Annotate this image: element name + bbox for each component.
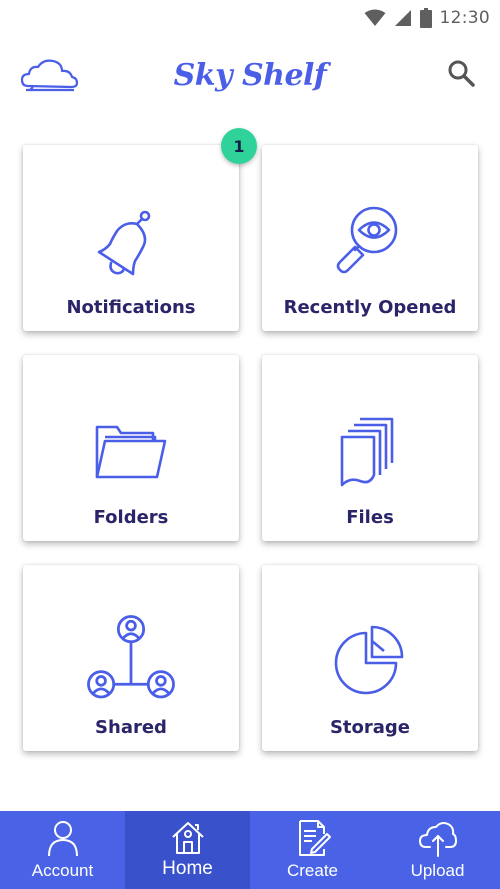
magnifier-eye-icon xyxy=(336,206,398,274)
nav-label: Account xyxy=(31,861,94,880)
nav-create[interactable]: Create xyxy=(250,811,375,889)
search-icon[interactable] xyxy=(446,58,476,88)
tile-recently-opened[interactable]: Recently Opened xyxy=(262,145,478,331)
files-icon xyxy=(340,417,394,487)
battery-icon xyxy=(419,8,432,28)
nav-label: Upload xyxy=(410,861,465,880)
app-title: Sky Shelf xyxy=(173,58,327,93)
tile-notifications[interactable]: Notifications xyxy=(23,145,239,331)
tile-label: Recently Opened xyxy=(283,297,457,318)
nav-account[interactable]: Account xyxy=(0,811,125,889)
app-header: Sky Shelf xyxy=(0,36,500,126)
nav-label: Home xyxy=(162,858,213,879)
bell-icon xyxy=(97,210,151,276)
tile-label: Notifications xyxy=(66,297,196,318)
signal-icon xyxy=(394,10,411,26)
user-icon xyxy=(47,821,78,857)
edit-document-icon xyxy=(298,820,331,856)
cloud-upload-icon xyxy=(418,822,457,857)
status-bar: 12:30 xyxy=(0,0,500,36)
notification-badge: 1 xyxy=(221,128,257,164)
shared-users-icon xyxy=(87,615,175,699)
wifi-icon xyxy=(364,9,385,26)
tile-folders[interactable]: Folders xyxy=(23,355,239,541)
home-icon xyxy=(171,822,204,854)
tile-label: Files xyxy=(346,507,394,528)
tile-files[interactable]: Files xyxy=(262,355,478,541)
tile-shared[interactable]: Shared xyxy=(23,565,239,751)
tile-label: Folders xyxy=(93,507,169,528)
nav-home[interactable]: Home xyxy=(125,811,250,889)
nav-upload[interactable]: Upload xyxy=(375,811,500,889)
nav-label: Create xyxy=(286,861,339,880)
folder-icon xyxy=(95,425,167,479)
status-icons: 12:30 xyxy=(364,6,491,30)
tile-storage[interactable]: Storage xyxy=(262,565,478,751)
pie-chart-icon xyxy=(334,625,404,695)
bottom-nav: Account Home Create Upload xyxy=(0,811,500,889)
tile-label: Shared xyxy=(95,717,167,738)
tile-label: Storage xyxy=(329,717,411,738)
status-time: 12:30 xyxy=(439,8,490,28)
